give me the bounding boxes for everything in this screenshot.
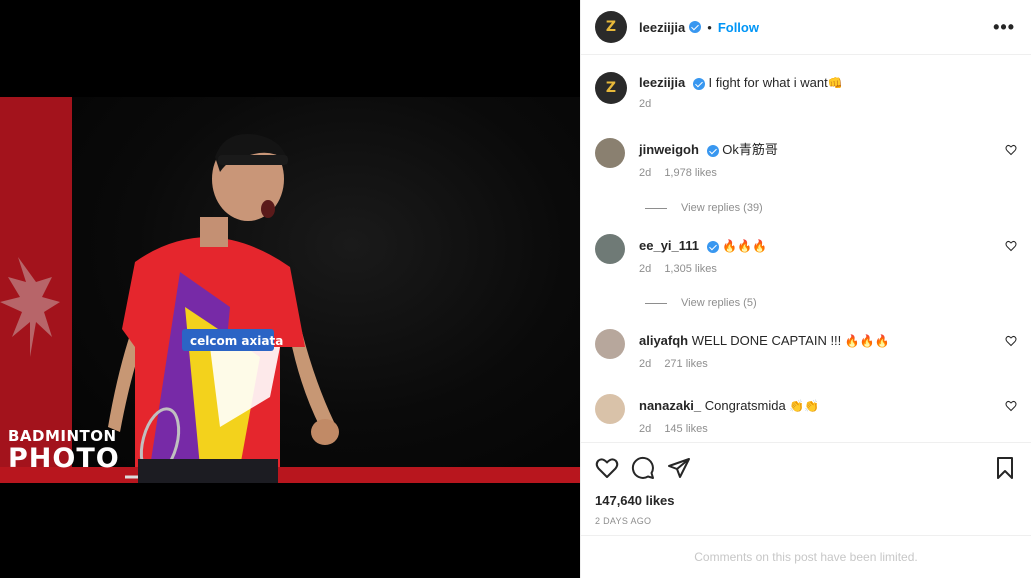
post-photo[interactable]: celcom axiata BADMINTON PHOTO bbox=[0, 97, 580, 483]
replies-dash bbox=[645, 207, 667, 209]
replies-dash bbox=[645, 302, 667, 304]
like-comment-heart-icon[interactable] bbox=[1005, 335, 1017, 347]
commenter-avatar[interactable] bbox=[595, 329, 625, 359]
comment-row: nanazaki_ Congratsmida 👏👏 2d 145 likes bbox=[595, 394, 1017, 435]
comment-age: 2d bbox=[639, 167, 652, 179]
author-username[interactable]: leeziijia bbox=[639, 20, 685, 35]
fire-emoji: 🔥🔥🔥 bbox=[844, 334, 890, 348]
badminton-photo-watermark: BADMINTON PHOTO bbox=[8, 427, 120, 474]
post-likes-count[interactable]: 147,640 likes bbox=[581, 493, 1031, 508]
instagram-post: celcom axiata BADMINTON PHOTO Z leeziiji… bbox=[0, 0, 1031, 578]
author-avatar[interactable]: Z bbox=[595, 11, 627, 43]
watermark-line2: PHOTO bbox=[8, 443, 120, 474]
comment-username[interactable]: ee_yi_111 bbox=[639, 238, 699, 253]
comment-age: 2d bbox=[639, 263, 652, 275]
caption-text: I fight for what i want bbox=[708, 75, 828, 90]
caption-age: 2d bbox=[639, 98, 652, 110]
save-bookmark-icon[interactable] bbox=[993, 456, 1017, 480]
comment-likes[interactable]: 1,978 likes bbox=[664, 167, 717, 179]
commenter-avatar[interactable] bbox=[595, 394, 625, 424]
comment-bubble-icon[interactable] bbox=[631, 456, 655, 480]
like-comment-heart-icon[interactable] bbox=[1005, 240, 1017, 252]
like-heart-icon[interactable] bbox=[595, 456, 619, 480]
fist-emoji: 👊 bbox=[827, 76, 843, 90]
post-header: Z leeziijia • Follow ••• bbox=[581, 0, 1031, 55]
separator-dot: • bbox=[707, 19, 712, 35]
view-replies-button[interactable]: View replies (39) bbox=[645, 202, 763, 214]
share-paper-plane-icon[interactable] bbox=[667, 456, 691, 480]
logo-icon: Z bbox=[605, 19, 617, 35]
view-replies-button[interactable]: View replies (5) bbox=[645, 297, 757, 309]
verified-badge-icon bbox=[706, 144, 719, 157]
comment-likes[interactable]: 1,305 likes bbox=[664, 263, 717, 275]
comments-limited-notice: Comments on this post have been limited. bbox=[581, 535, 1031, 578]
commenter-avatar[interactable] bbox=[595, 138, 625, 168]
view-replies-label: View replies (39) bbox=[681, 202, 763, 214]
comment-username[interactable]: aliyafqh bbox=[639, 333, 688, 348]
comment-likes[interactable]: 145 likes bbox=[664, 423, 707, 435]
caption-username[interactable]: leeziijia bbox=[639, 75, 685, 90]
follow-button[interactable]: Follow bbox=[718, 20, 759, 35]
commenter-avatar[interactable] bbox=[595, 234, 625, 264]
comment-row: jinweigoh Ok青筋哥 2d 1,978 likes bbox=[595, 138, 1017, 179]
logo-icon: Z bbox=[605, 80, 617, 96]
post-actions-section: 147,640 likes 2 DAYS AGO bbox=[581, 442, 1031, 526]
comment-username[interactable]: nanazaki_ bbox=[639, 398, 701, 413]
post-details-panel: Z leeziijia • Follow ••• Z leeziijia I f… bbox=[580, 0, 1031, 578]
comment-text: Ok青筋哥 bbox=[722, 142, 778, 157]
caption-avatar[interactable]: Z bbox=[595, 72, 627, 104]
comments-list[interactable]: Z leeziijia I fight for what i want👊 2d … bbox=[581, 56, 1031, 442]
like-comment-heart-icon[interactable] bbox=[1005, 144, 1017, 156]
comment-username[interactable]: jinweigoh bbox=[639, 142, 699, 157]
post-media[interactable]: celcom axiata BADMINTON PHOTO bbox=[0, 0, 580, 578]
comment-text: Congratsmida bbox=[704, 398, 790, 413]
comment-row: ee_yi_111 🔥🔥🔥 2d 1,305 likes bbox=[595, 234, 1017, 275]
comment-age: 2d bbox=[639, 358, 652, 370]
action-bar bbox=[581, 443, 1031, 493]
fire-emoji: 🔥🔥🔥 bbox=[722, 239, 768, 253]
comment-likes[interactable]: 271 likes bbox=[664, 358, 707, 370]
comment-age: 2d bbox=[639, 423, 652, 435]
athlete-illustration: celcom axiata bbox=[0, 133, 339, 483]
comment-text: WELL DONE CAPTAIN !!! bbox=[691, 333, 845, 348]
verified-badge-icon bbox=[689, 21, 702, 33]
clap-emoji: 👏👏 bbox=[789, 399, 820, 413]
watermark-line1: BADMINTON bbox=[8, 427, 117, 445]
verified-badge-icon bbox=[706, 240, 719, 253]
like-comment-heart-icon[interactable] bbox=[1005, 400, 1017, 412]
svg-text:celcom axiata: celcom axiata bbox=[190, 334, 283, 348]
caption-row: Z leeziijia I fight for what i want👊 2d bbox=[595, 72, 1017, 110]
verified-badge-icon bbox=[692, 77, 705, 90]
comment-row: aliyafqh WELL DONE CAPTAIN !!! 🔥🔥🔥 2d 27… bbox=[595, 329, 1017, 370]
post-date[interactable]: 2 DAYS AGO bbox=[581, 516, 1031, 526]
view-replies-label: View replies (5) bbox=[681, 297, 757, 309]
more-options-icon[interactable]: ••• bbox=[993, 17, 1015, 38]
